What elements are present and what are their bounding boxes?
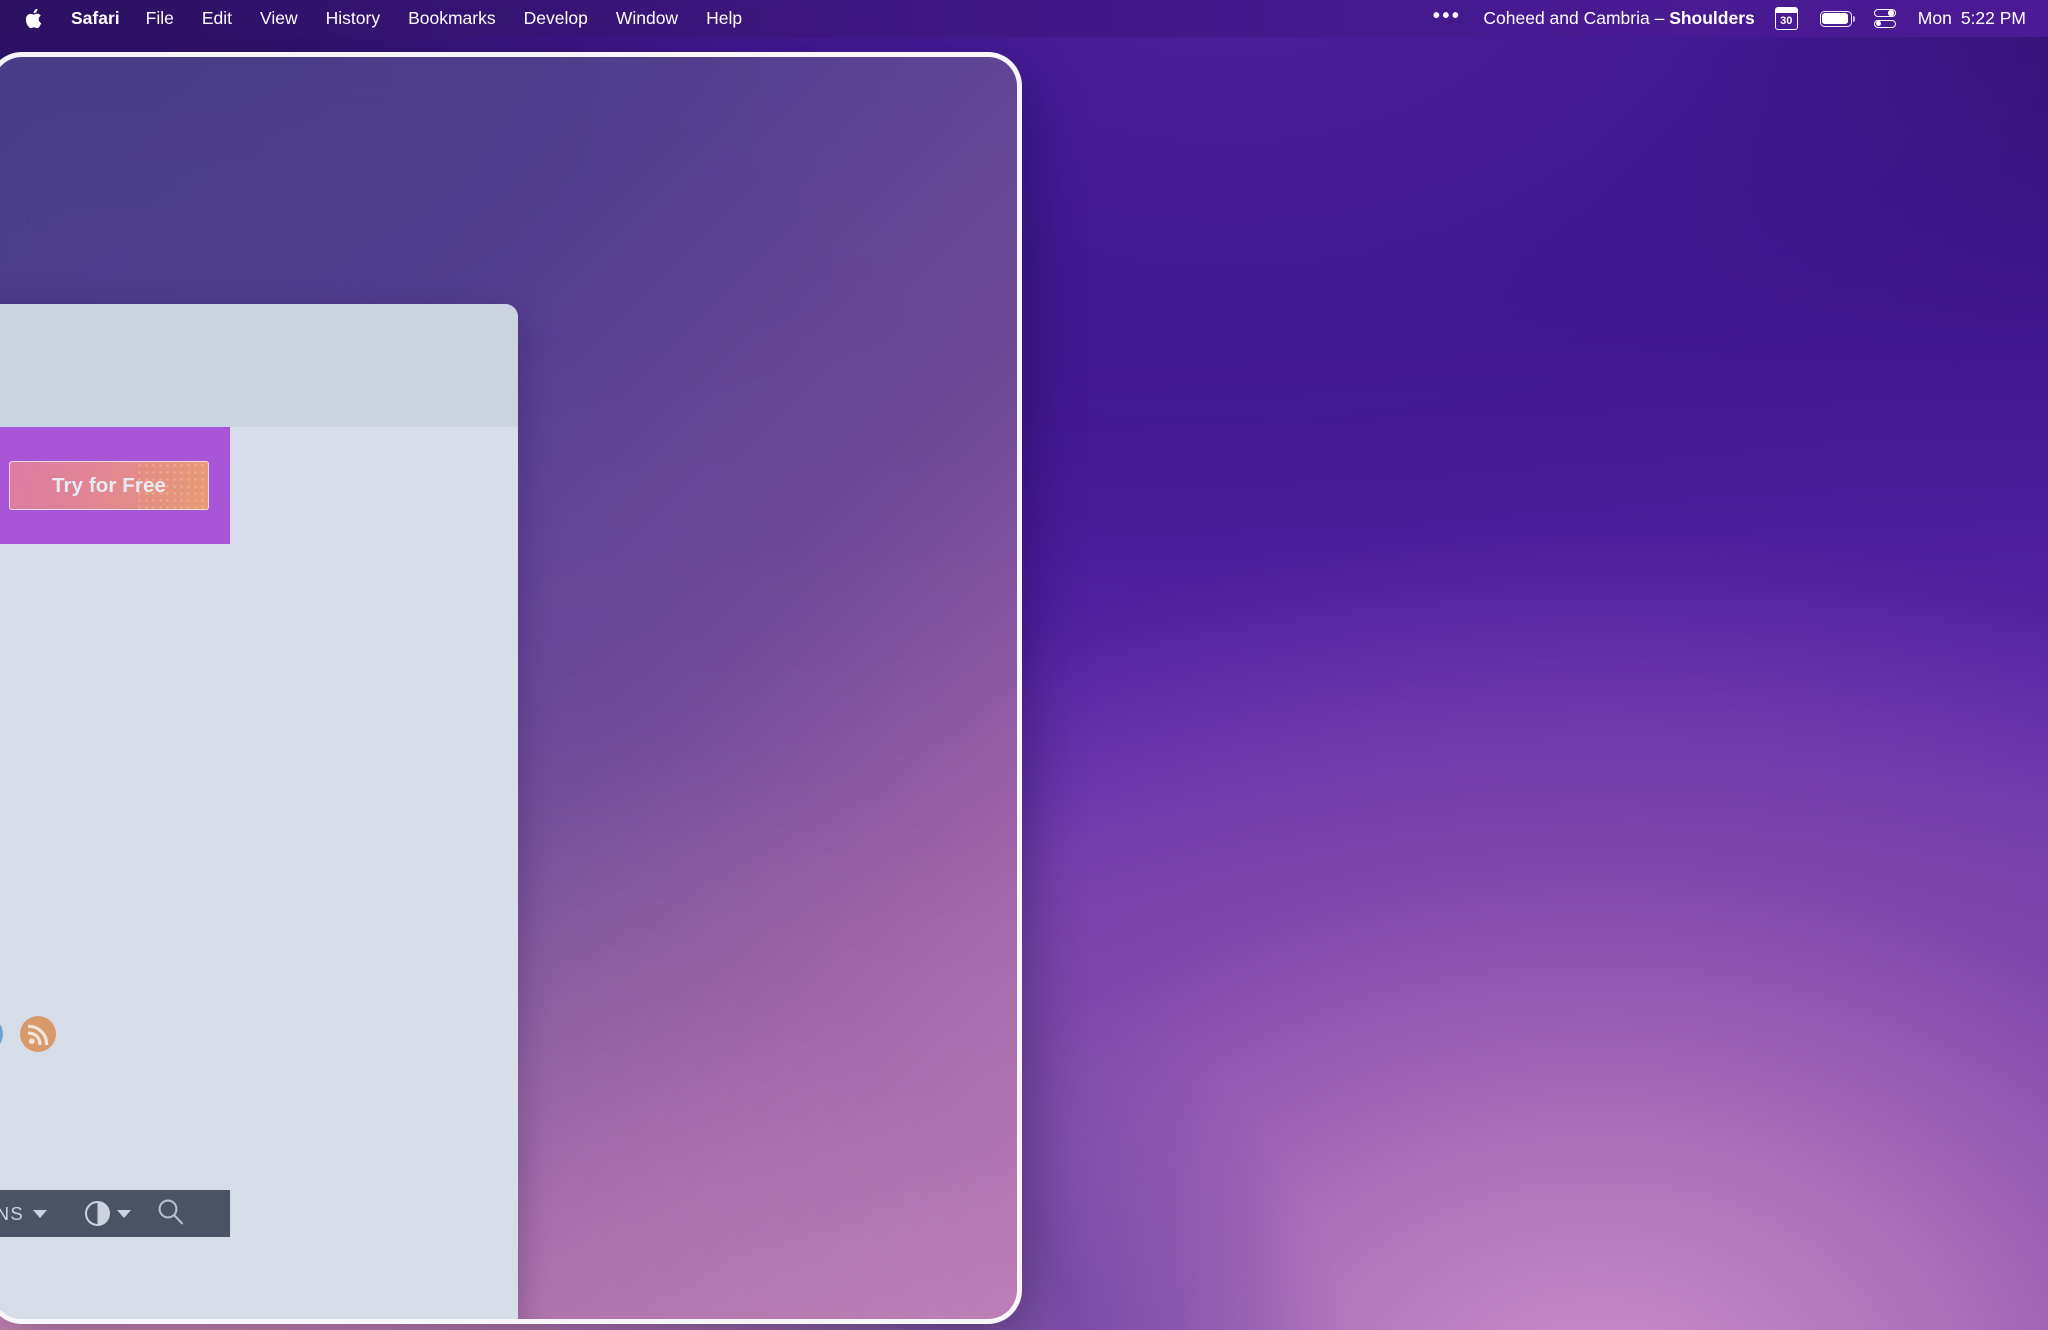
apple-logo-icon[interactable] <box>18 7 59 30</box>
promo-banner: Try for Free <box>0 427 230 544</box>
control-center-icon <box>1873 7 1896 30</box>
sections-label: SECTIONS <box>0 1202 24 1224</box>
menu-bar-left-group: Safari File Edit View History Bookmarks … <box>0 0 756 37</box>
menu-item-view[interactable]: View <box>246 0 312 37</box>
menu-item-bookmarks[interactable]: Bookmarks <box>394 0 510 37</box>
rss-icon[interactable] <box>20 1016 56 1052</box>
menu-item-history[interactable]: History <box>312 0 394 37</box>
now-playing-artist: Coheed and Cambria – <box>1483 8 1670 28</box>
safari-toolbar: A 文 <box>0 304 518 381</box>
now-playing-status[interactable]: Coheed and Cambria – Shoulders <box>1474 8 1763 29</box>
search-icon[interactable] <box>157 1198 184 1230</box>
battery-status-item[interactable] <box>1809 10 1863 27</box>
sections-navigation-bar: SECTIONS <box>0 1190 230 1237</box>
menu-item-develop[interactable]: Develop <box>510 0 602 37</box>
sections-dropdown[interactable]: SECTIONS <box>0 1203 47 1225</box>
calendar-status-item[interactable]: 30 <box>1764 7 1809 30</box>
control-center-status-item[interactable] <box>1863 7 1907 30</box>
try-for-free-banner-label: Try for Free <box>52 473 166 497</box>
contrast-theme-toggle[interactable] <box>85 1201 131 1226</box>
calendar-day: 30 <box>1780 14 1793 27</box>
clock-day: Mon <box>1917 8 1952 28</box>
stage-manager-window[interactable]: A 文 okémon List Backloggd <box>0 52 1022 1324</box>
menu-item-file[interactable]: File <box>132 0 188 37</box>
twitter-icon[interactable] <box>0 1016 3 1052</box>
menu-item-window[interactable]: Window <box>602 0 692 37</box>
menu-bar-status-group: ••• Coheed and Cambria – Shoulders 30 Mo… <box>1420 5 2048 33</box>
chevron-down-icon <box>33 1209 47 1218</box>
now-playing-track: Shoulders <box>1669 8 1755 28</box>
battery-icon <box>1819 10 1856 27</box>
webpage-content: Try for Free SECTIONS <box>0 427 518 1319</box>
menu-item-help[interactable]: Help <box>692 0 756 37</box>
menu-item-edit[interactable]: Edit <box>188 0 246 37</box>
try-for-free-banner-button[interactable]: Try for Free <box>9 461 209 510</box>
calendar-icon: 30 <box>1774 7 1798 30</box>
battery-fill <box>1822 13 1848 24</box>
safari-browser-window[interactable]: A 文 okémon List Backloggd <box>0 304 518 1319</box>
macos-menu-bar: Safari File Edit View History Bookmarks … <box>0 0 2048 37</box>
contrast-chevron-down-icon <box>117 1209 131 1218</box>
menu-item-safari[interactable]: Safari <box>59 0 132 37</box>
control-center-slider-top <box>1873 9 1896 18</box>
clock-time: 5:22 PM <box>1960 8 2026 28</box>
social-links <box>0 1016 56 1052</box>
contrast-toggle-icon <box>85 1201 110 1226</box>
now-playing-more-icon[interactable]: ••• <box>1420 5 1475 33</box>
menu-bar-clock[interactable]: Mon 5:22 PM <box>1907 8 2026 29</box>
bookmarks-bar: okémon List Backloggd <box>0 381 518 427</box>
control-center-slider-bottom <box>1873 19 1896 28</box>
